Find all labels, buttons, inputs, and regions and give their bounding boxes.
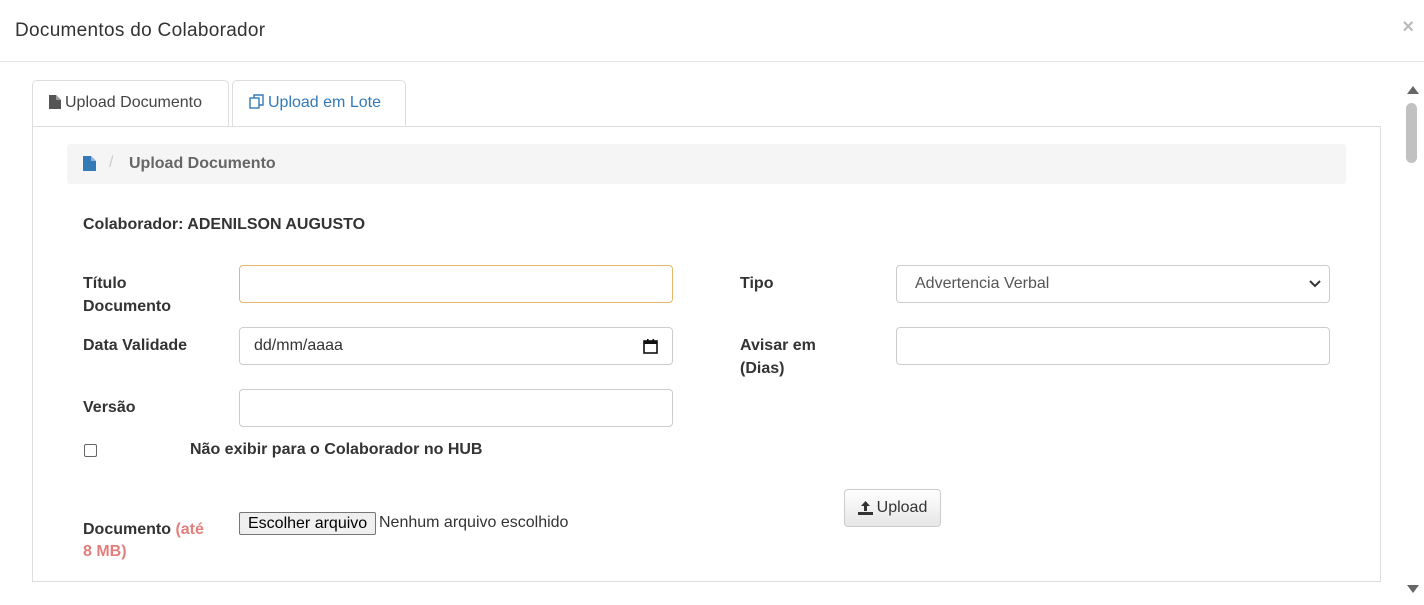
copy-icon xyxy=(249,94,264,109)
versao-label: Versão xyxy=(83,399,136,416)
date-placeholder: dd/mm/aaaa xyxy=(254,337,343,354)
close-button[interactable]: × xyxy=(1402,16,1414,39)
tab-upload-em-lote[interactable]: Upload em Lote xyxy=(232,80,406,127)
versao-input[interactable] xyxy=(239,389,673,427)
tipo-selected-value: Advertencia Verbal xyxy=(915,275,1050,292)
breadcrumb-separator: / xyxy=(109,154,114,171)
tab-label: Upload Documento xyxy=(65,94,202,111)
chevron-down-icon xyxy=(1309,280,1321,288)
titulo-label-line1: Título xyxy=(83,275,127,292)
scroll-down-arrow-icon[interactable] xyxy=(1407,585,1419,593)
hub-checkbox[interactable] xyxy=(84,444,97,457)
tab-label: Upload em Lote xyxy=(268,94,381,111)
scrollbar[interactable] xyxy=(1400,82,1424,605)
tipo-label: Tipo xyxy=(740,275,774,292)
calendar-icon[interactable] xyxy=(643,338,658,354)
tab-upload-documento[interactable]: Upload Documento xyxy=(32,80,229,127)
breadcrumb: / Upload Documento xyxy=(67,144,1346,184)
tipo-select[interactable]: Advertencia Verbal xyxy=(896,265,1330,303)
upload-button[interactable]: Upload xyxy=(844,489,941,527)
documento-limit-text: (até xyxy=(175,521,204,538)
colaborador-name: Colaborador: ADENILSON AUGUSTO xyxy=(83,216,366,233)
data-validade-input[interactable]: dd/mm/aaaa xyxy=(239,327,673,365)
avisar-dias-input[interactable] xyxy=(896,327,1330,365)
hub-checkbox-label: Não exibir para o Colaborador no HUB xyxy=(190,441,483,458)
documento-limit-text-line2: 8 MB) xyxy=(83,543,127,560)
avisar-label: Avisar em (Dias) xyxy=(740,334,816,380)
documento-label-text: Documento xyxy=(83,521,171,538)
avisar-label-line1: Avisar em xyxy=(740,337,816,354)
upload-icon xyxy=(857,501,873,515)
documento-label: Documento (até 8 MB) xyxy=(83,519,204,563)
breadcrumb-label: Upload Documento xyxy=(129,155,276,172)
scroll-thumb[interactable] xyxy=(1406,103,1417,163)
avisar-label-line2: (Dias) xyxy=(740,360,785,377)
choose-file-button[interactable]: Escolher arquivo xyxy=(239,512,377,535)
file-icon xyxy=(49,95,61,109)
titulo-documento-input[interactable] xyxy=(239,265,673,303)
file-icon xyxy=(83,156,96,171)
file-status-text: Nenhum arquivo escolhido xyxy=(379,514,569,531)
titulo-label-line2: Documento xyxy=(83,298,171,315)
scroll-up-arrow-icon[interactable] xyxy=(1407,86,1419,94)
modal-header: Documentos do Colaborador × xyxy=(0,0,1424,62)
modal-title: Documentos do Colaborador xyxy=(15,20,266,41)
titulo-label: Título Documento xyxy=(83,272,171,318)
data-validade-label: Data Validade xyxy=(83,337,188,354)
upload-button-label: Upload xyxy=(876,499,928,516)
